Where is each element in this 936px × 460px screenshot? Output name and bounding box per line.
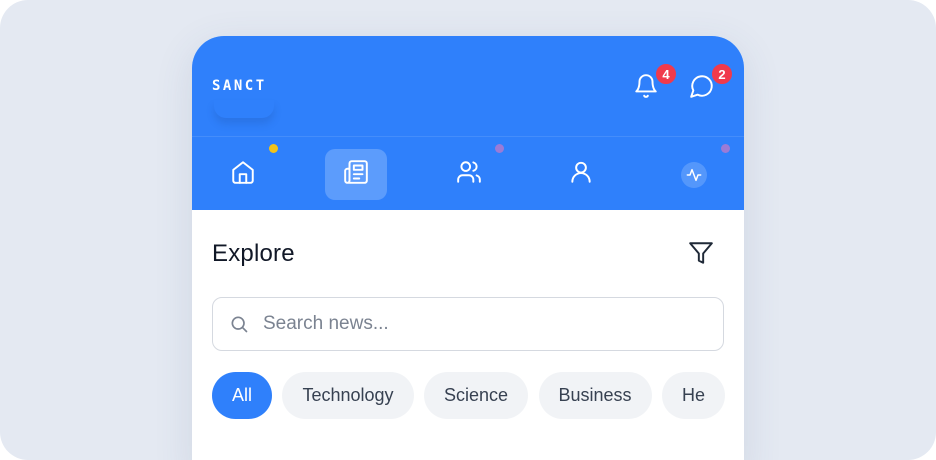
- nav-item-news[interactable]: [325, 149, 387, 200]
- filter-button[interactable]: [686, 240, 716, 270]
- header-divider: [192, 136, 744, 137]
- search-icon: [229, 314, 249, 339]
- home-icon: [230, 159, 256, 190]
- category-chip-all[interactable]: All: [212, 372, 273, 419]
- category-chip-science[interactable]: Science: [424, 372, 529, 419]
- nav-item-profile[interactable]: [550, 149, 612, 200]
- messages-button[interactable]: 2: [686, 62, 734, 104]
- users-icon: [456, 159, 482, 190]
- filter-icon: [688, 240, 714, 271]
- category-chip-business[interactable]: Business: [538, 372, 652, 419]
- nav-item-activity[interactable]: [663, 149, 725, 200]
- search-input[interactable]: [263, 306, 703, 342]
- user-icon: [568, 159, 594, 190]
- messages-badge: 2: [710, 62, 734, 86]
- category-chip-health[interactable]: He: [662, 372, 726, 419]
- newspaper-icon: [343, 159, 369, 190]
- app-stage: SANCT 4 2 Explore Search news... All Tec…: [0, 0, 936, 460]
- category-chip-technology[interactable]: Technology: [282, 372, 414, 419]
- category-chips: All Technology Science Business He: [212, 372, 726, 420]
- notifications-button[interactable]: 4: [630, 62, 678, 104]
- nav-item-community[interactable]: [438, 149, 500, 200]
- app-logo: SANCT: [212, 78, 267, 94]
- app-header: SANCT 4 2: [192, 36, 744, 210]
- search-field[interactable]: [212, 297, 724, 351]
- mobile-app-frame: SANCT 4 2 Explore Search news... All Tec…: [192, 36, 744, 460]
- activity-pulse-icon: [681, 161, 707, 188]
- page-title: Explore: [212, 240, 295, 267]
- logo-underlay: [214, 100, 274, 118]
- notifications-badge: 4: [654, 62, 678, 86]
- nav-item-home[interactable]: [212, 149, 274, 200]
